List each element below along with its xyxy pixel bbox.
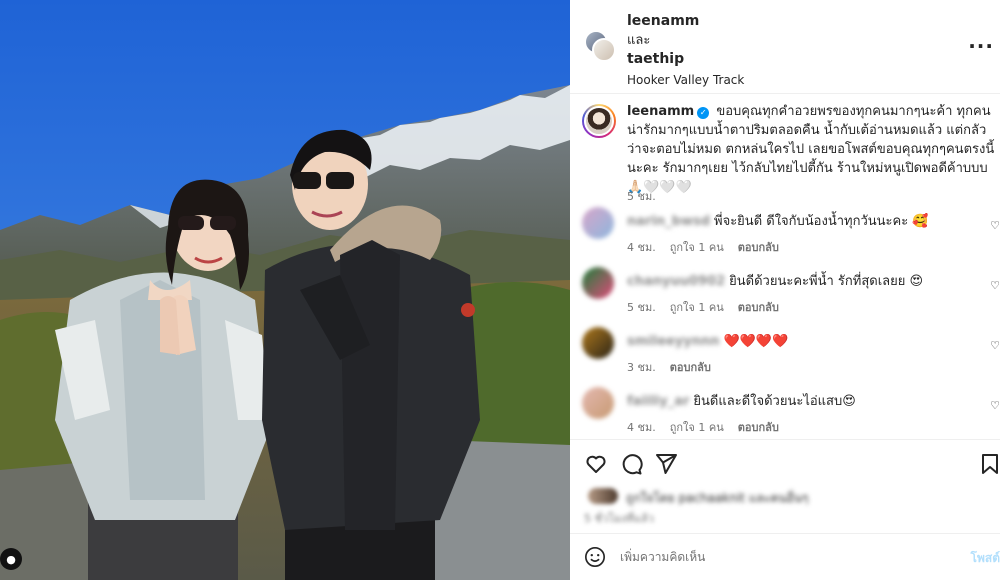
- comment-avatar[interactable]: [582, 327, 614, 359]
- comment-text: ยินดีด้วยนะคะพี่น้ำ รักที่สุดเลยย 😍: [729, 274, 924, 289]
- post-authors: leenamm และ taethip Hooker Valley Track: [627, 12, 744, 90]
- photo-scene: [0, 0, 570, 580]
- comment-like-heart-icon[interactable]: ♡: [990, 339, 1000, 352]
- caption-avatar[interactable]: [582, 104, 616, 138]
- caption-username[interactable]: leenamm: [627, 104, 694, 119]
- action-bar: [570, 439, 1000, 489]
- add-comment-bar: โพสต์: [570, 533, 1000, 580]
- verified-icon: ✓: [697, 107, 710, 119]
- post-header: leenamm และ taethip Hooker Valley Track …: [570, 0, 1000, 94]
- comment-like-heart-icon[interactable]: ♡: [990, 399, 1000, 412]
- avatar-taethip[interactable]: [592, 38, 616, 62]
- more-options-icon[interactable]: ···: [968, 34, 994, 58]
- post-panel: leenamm และ taethip Hooker Valley Track …: [570, 0, 1000, 580]
- comment-item: smileeyynnn ❤️❤️❤️❤️ 3 ชม. ตอบกลับ ♡: [582, 327, 1000, 379]
- post-photo[interactable]: ●: [0, 0, 570, 580]
- likes-summary[interactable]: ถูกใจโดย pachaaknit และคนอื่นๆ: [584, 488, 1000, 508]
- comment-avatar[interactable]: [582, 267, 614, 299]
- caption-text-block: leenamm ✓ ขอบคุณทุกคำอวยพรของทุกคนมากๆนะค…: [627, 102, 997, 197]
- comment-likes[interactable]: ถูกใจ 1 คน: [670, 301, 724, 314]
- and-text: และ: [627, 33, 651, 48]
- comment-text: ❤️❤️❤️❤️: [723, 334, 789, 349]
- comment-time[interactable]: 4 ชม.: [627, 421, 656, 434]
- comment-avatar[interactable]: [582, 207, 614, 239]
- comment-username[interactable]: chanyuu0902: [627, 273, 725, 291]
- comment-like-heart-icon[interactable]: ♡: [990, 219, 1000, 232]
- comment-likes[interactable]: ถูกใจ 1 คน: [670, 421, 724, 434]
- comment-item: chanyuu0902 ยินดีด้วยนะคะพี่น้ำ รักที่สุด…: [582, 267, 1000, 319]
- likes-text[interactable]: ถูกใจโดย pachaaknit และคนอื่นๆ: [626, 489, 808, 508]
- comment-time[interactable]: 5 ชม.: [627, 301, 656, 314]
- comment-item: faiiliy_ar ยินดีและดีใจด้วยนะไอ่แสบ😍 4 ชม…: [582, 387, 1000, 439]
- tagged-user-icon[interactable]: ●: [0, 548, 22, 570]
- author-username-1[interactable]: leenamm: [627, 12, 744, 31]
- comment-username[interactable]: faiiliy_ar: [627, 393, 689, 411]
- post-comment-button[interactable]: โพสต์: [971, 549, 1000, 568]
- comment-input[interactable]: [620, 543, 950, 571]
- bookmark-icon[interactable]: [978, 452, 1000, 476]
- caption-time[interactable]: 5 ชม.: [627, 187, 656, 205]
- comment-time[interactable]: 4 ชม.: [627, 241, 656, 254]
- comments-list[interactable]: leenamm ✓ ขอบคุณทุกคำอวยพรของทุกคนมากๆนะค…: [570, 94, 1000, 439]
- reply-button[interactable]: ตอบกลับ: [738, 301, 779, 314]
- location-link[interactable]: Hooker Valley Track: [627, 71, 744, 90]
- author-username-2[interactable]: taethip: [627, 50, 744, 69]
- comment-like-heart-icon[interactable]: ♡: [990, 279, 1000, 292]
- comment-time[interactable]: 3 ชม.: [627, 361, 656, 374]
- comment-text: พี่จะยินดี ดีใจกับน้องน้ำทุกวันนะคะ 🥰: [714, 214, 929, 229]
- reply-button[interactable]: ตอบกลับ: [738, 421, 779, 434]
- comment-avatar[interactable]: [582, 387, 614, 419]
- reply-button[interactable]: ตอบกลับ: [738, 241, 779, 254]
- reply-button[interactable]: ตอบกลับ: [670, 361, 711, 374]
- comment-icon[interactable]: [619, 452, 643, 476]
- comment-likes[interactable]: ถูกใจ 1 คน: [670, 241, 724, 254]
- heart-icon[interactable]: [584, 452, 608, 476]
- likers-avatars: [588, 488, 618, 504]
- comment-username[interactable]: narin_bwsd: [627, 213, 710, 231]
- post-date[interactable]: 5 ชั่วโมงที่แล้ว: [584, 509, 654, 527]
- emoji-icon[interactable]: [584, 546, 606, 568]
- share-icon[interactable]: [654, 452, 678, 476]
- comment-item: narin_bwsd พี่จะยินดี ดีใจกับน้องน้ำทุกวั…: [582, 207, 1000, 259]
- comment-username[interactable]: smileeyynnn: [627, 333, 720, 351]
- comment-text: ยินดีและดีใจด้วยนะไอ่แสบ😍: [693, 394, 856, 409]
